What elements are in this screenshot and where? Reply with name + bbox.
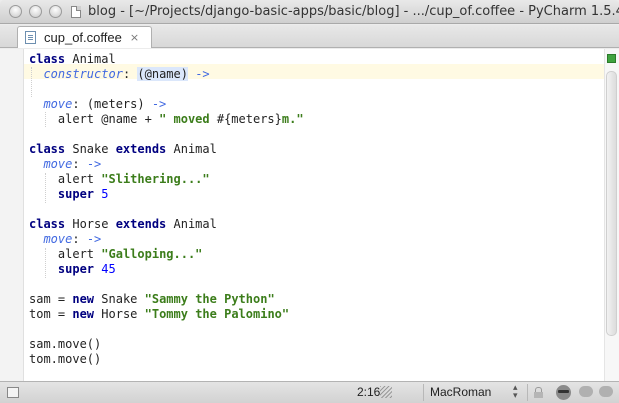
separator bbox=[527, 384, 528, 401]
code-line: tom.move() bbox=[29, 352, 102, 366]
code-line: alert @name + " moved #{meters}m." bbox=[57, 112, 304, 126]
code-line: sam.move() bbox=[29, 337, 102, 351]
code-line: constructor: (@name) -> bbox=[43, 67, 210, 81]
code-editor[interactable]: class Animal constructor: (@name) -> mov… bbox=[0, 49, 619, 381]
error-stripe bbox=[604, 49, 619, 381]
tool-windows-icon[interactable] bbox=[7, 387, 19, 398]
minimize-window-button[interactable] bbox=[29, 5, 42, 18]
line-gutter[interactable] bbox=[0, 49, 24, 381]
coffee-file-icon bbox=[25, 31, 36, 44]
document-icon bbox=[71, 6, 81, 18]
tab-label: cup_of.coffee bbox=[44, 30, 122, 45]
code-line: move: (meters) -> bbox=[43, 97, 167, 111]
code-line: alert "Galloping..." bbox=[57, 247, 203, 261]
editor-tab-bar: cup_of.coffee × bbox=[0, 25, 619, 48]
code-line: class Animal bbox=[29, 52, 116, 66]
caret-position[interactable]: 2:16 bbox=[357, 385, 380, 399]
file-encoding[interactable]: MacRoman bbox=[430, 385, 491, 399]
status-bar: 2:16 MacRoman ▴ ▾ bbox=[0, 381, 619, 403]
lock-icon[interactable] bbox=[534, 387, 543, 398]
code-line: move: -> bbox=[43, 232, 102, 246]
code-line: class Snake extends Animal bbox=[29, 142, 217, 156]
chevron-up-down-icon[interactable]: ▴ ▾ bbox=[513, 384, 518, 401]
inspector-icon[interactable] bbox=[556, 385, 571, 400]
event-log-icon[interactable] bbox=[579, 386, 593, 397]
code-line: move: -> bbox=[43, 157, 102, 171]
code-line: super 5 bbox=[57, 187, 109, 201]
tab-cup-of-coffee[interactable]: cup_of.coffee × bbox=[17, 26, 152, 48]
close-window-button[interactable] bbox=[9, 5, 22, 18]
code-line: super 45 bbox=[57, 262, 116, 276]
close-tab-icon[interactable]: × bbox=[130, 31, 139, 44]
matched-paren: (@name) bbox=[137, 67, 188, 81]
code-line: sam = new Snake "Sammy the Python" bbox=[29, 292, 275, 306]
title-bar: blog - [~/Projects/django-basic-apps/bas… bbox=[0, 0, 619, 24]
progress-grip-icon bbox=[380, 386, 392, 398]
code-line: alert "Slithering..." bbox=[57, 172, 210, 186]
file-status-ok-icon[interactable] bbox=[607, 54, 616, 63]
zoom-window-button[interactable] bbox=[49, 5, 62, 18]
code-line: tom = new Horse "Tommy the Palomino" bbox=[29, 307, 290, 321]
separator bbox=[423, 384, 424, 401]
code-line: class Horse extends Animal bbox=[29, 217, 217, 231]
notifications-icon[interactable] bbox=[599, 386, 613, 397]
vertical-scrollbar[interactable] bbox=[606, 71, 617, 336]
code-content[interactable]: class Animal constructor: (@name) -> mov… bbox=[29, 52, 304, 367]
window-title: blog - [~/Projects/django-basic-apps/bas… bbox=[88, 4, 619, 19]
